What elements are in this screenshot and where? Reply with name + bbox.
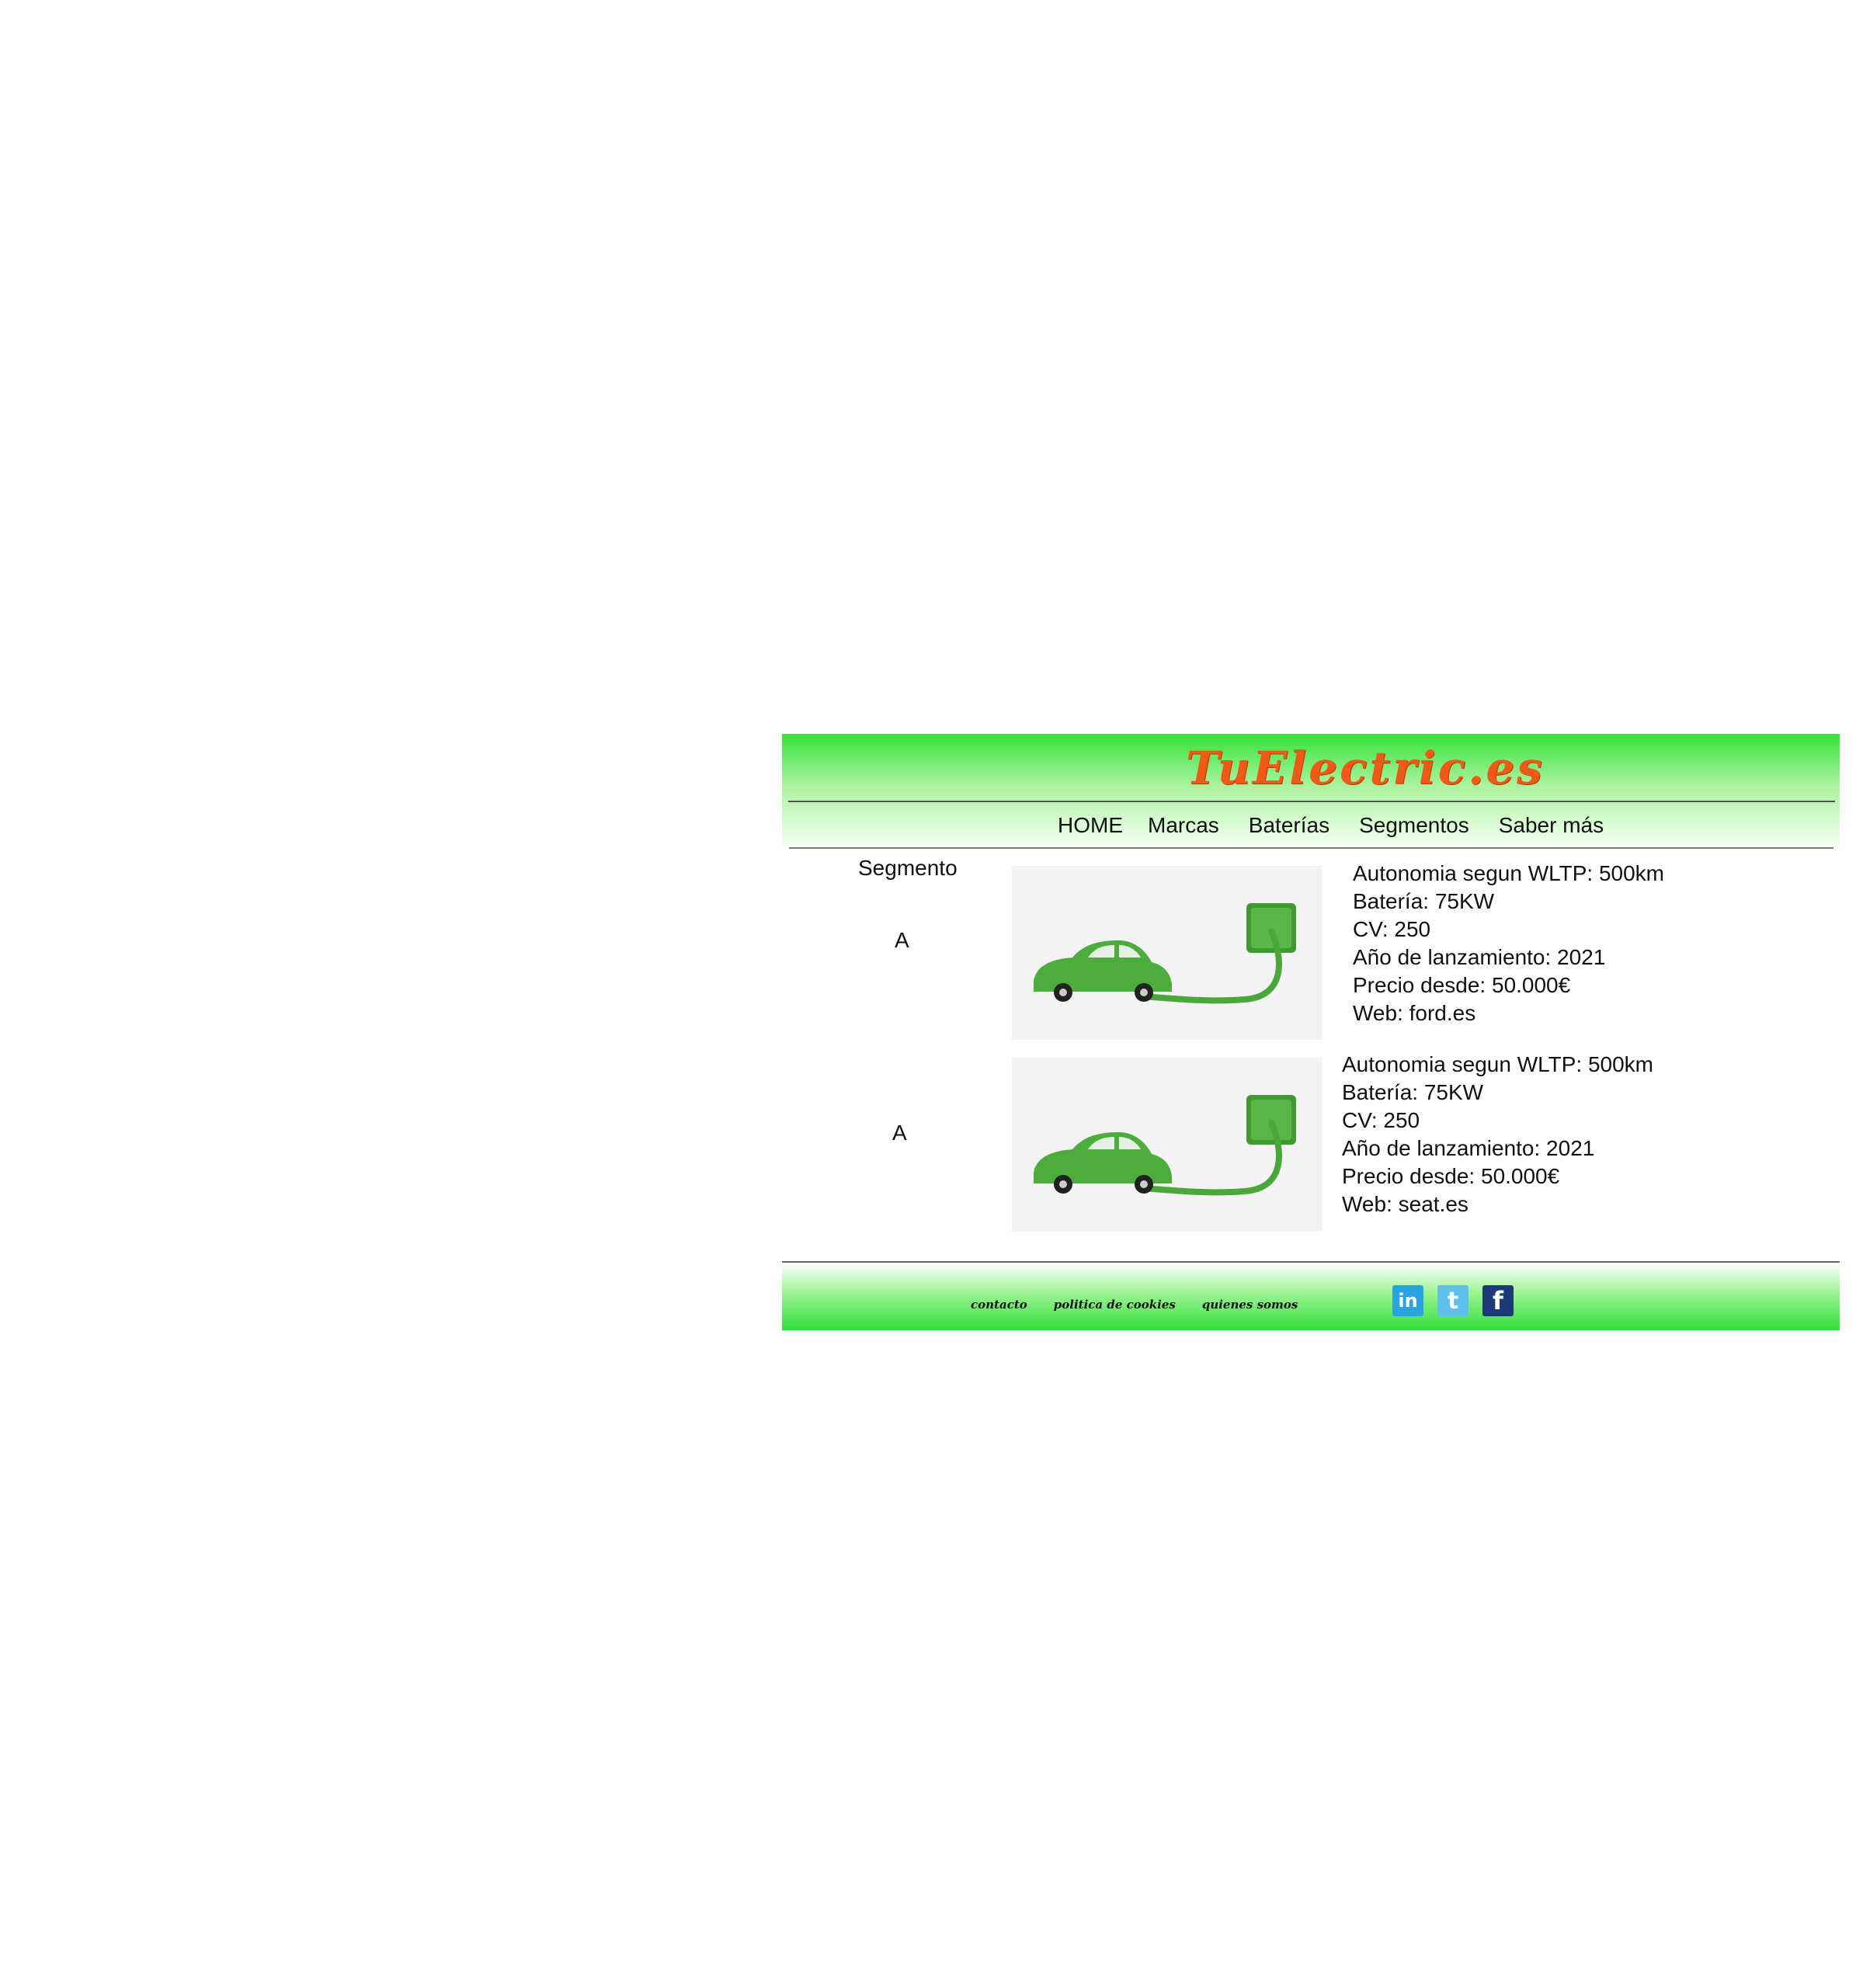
footer: contacto politica de cookies quienes som…	[782, 1263, 1840, 1330]
spec-price: Precio desde: 50.000€	[1353, 973, 1571, 997]
spec-battery: Batería: 75KW	[1353, 889, 1495, 913]
green-car-plug-illustration	[1012, 866, 1322, 1040]
nav-home[interactable]: HOME	[1058, 813, 1123, 838]
nav-baterias[interactable]: Baterías	[1249, 813, 1329, 838]
nav-marcas[interactable]: Marcas	[1148, 813, 1219, 838]
car-image	[1012, 1058, 1322, 1232]
header-divider	[788, 801, 1835, 802]
car-image	[1012, 866, 1322, 1040]
social-links: in t f	[1392, 1285, 1528, 1316]
spec-range: Autonomia segun WLTP: 500km	[1353, 861, 1665, 885]
green-car-plug-illustration	[1012, 1058, 1322, 1232]
twitter-icon[interactable]: t	[1437, 1285, 1468, 1316]
spec-horsepower: CV: 250	[1342, 1108, 1420, 1132]
car-specs: Autonomia segun WLTP: 500km Batería: 75K…	[1353, 860, 1664, 1027]
spec-launch-year: Año de lanzamiento: 2021	[1353, 945, 1606, 969]
spec-launch-year: Año de lanzamiento: 2021	[1342, 1136, 1595, 1160]
footer-links: contacto politica de cookies quienes som…	[971, 1298, 1324, 1312]
spec-range: Autonomia segun WLTP: 500km	[1342, 1052, 1654, 1076]
main-nav: HOME Marcas Baterías Segmentos Saber más	[1058, 810, 1628, 841]
facebook-icon[interactable]: f	[1482, 1285, 1514, 1316]
spec-website[interactable]: Web: ford.es	[1353, 999, 1664, 1027]
spec-price: Precio desde: 50.000€	[1342, 1164, 1560, 1188]
spec-website[interactable]: Web: seat.es	[1342, 1190, 1653, 1218]
header: TuElectric.es HOME Marcas Baterías Segme…	[782, 734, 1840, 846]
spec-battery: Batería: 75KW	[1342, 1080, 1484, 1104]
linkedin-icon[interactable]: in	[1392, 1285, 1423, 1316]
segment-heading: Segmento	[858, 856, 958, 880]
nav-segmentos[interactable]: Segmentos	[1359, 813, 1469, 838]
segment-letter: A	[895, 928, 909, 952]
car-specs: Autonomia segun WLTP: 500km Batería: 75K…	[1342, 1051, 1653, 1218]
site-frame: TuElectric.es HOME Marcas Baterías Segme…	[782, 734, 1840, 1330]
nav-saber-mas[interactable]: Saber más	[1499, 813, 1604, 838]
footer-link-cookies[interactable]: politica de cookies	[1054, 1298, 1176, 1312]
site-logo[interactable]: TuElectric.es	[782, 742, 1840, 794]
footer-divider	[782, 1261, 1840, 1263]
footer-link-contacto[interactable]: contacto	[971, 1298, 1027, 1312]
content-divider	[789, 847, 1833, 849]
spec-horsepower: CV: 250	[1353, 917, 1431, 941]
footer-link-quienes-somos[interactable]: quienes somos	[1202, 1298, 1298, 1312]
segment-letter: A	[892, 1121, 907, 1145]
